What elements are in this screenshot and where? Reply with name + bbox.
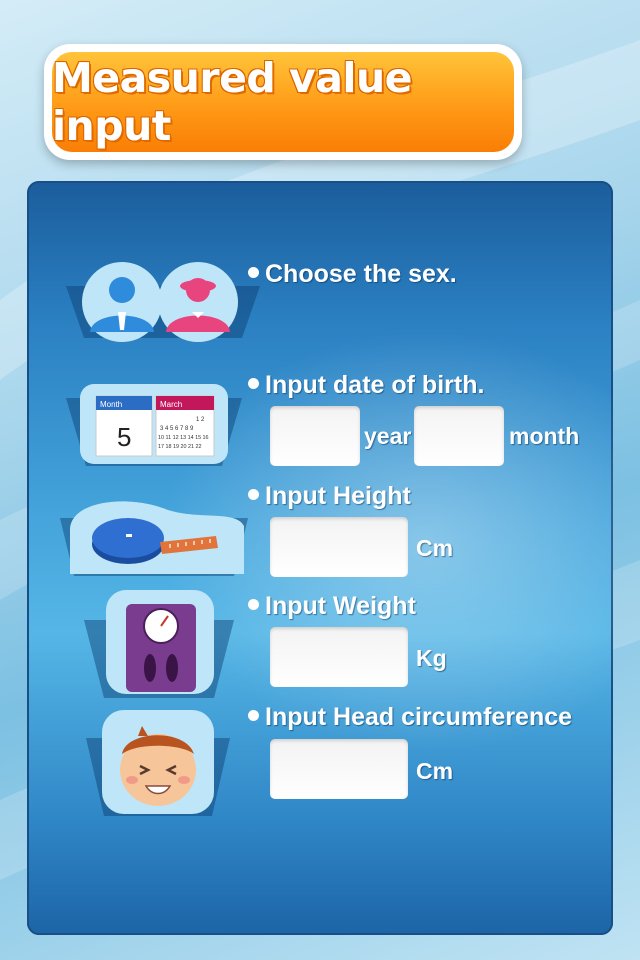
bullet [248, 488, 259, 500]
height-label: Input Height [248, 482, 411, 511]
height-unit: Cm [416, 535, 454, 561]
weight-input[interactable] [270, 627, 408, 687]
month-unit: month [509, 423, 580, 449]
weight-label: Input Weight [248, 592, 416, 621]
bullet [248, 598, 259, 610]
sex-chooser[interactable] [66, 258, 260, 354]
sex-label-text: Choose the sex. [265, 260, 457, 288]
calendar-row-3: 10 11 12 13 14 15 16 [158, 435, 209, 441]
birth-year-input[interactable] [270, 406, 360, 466]
head-label-text: Input Head circumference [265, 703, 573, 731]
calendar-left-header: Month [100, 400, 122, 409]
scale-icon [84, 590, 234, 698]
head-circumference-input[interactable] [270, 739, 408, 799]
calendar-row-2: 3 4 5 6 7 8 9 [160, 426, 194, 432]
weight-unit: Kg [416, 645, 447, 671]
head-label: Input Head circumference [248, 703, 572, 732]
calendar-row-1: 1 2 [196, 417, 205, 423]
head-unit: Cm [416, 758, 454, 784]
birth-month-input[interactable] [414, 406, 504, 466]
height-label-text: Input Height [265, 482, 411, 510]
birth-label-text: Input date of birth. [265, 371, 485, 399]
calendar-right-header: March [160, 400, 182, 409]
bullet [248, 709, 259, 721]
calendar-row-4: 17 18 19 20 21 22 [158, 444, 201, 450]
sex-label: Choose the sex. [248, 260, 457, 289]
page-title: Measured value input [52, 54, 412, 150]
tape-measure-icon [60, 501, 248, 576]
birth-label: Input date of birth. [248, 371, 484, 400]
bullet [248, 266, 259, 278]
calendar-left-number: 5 [117, 422, 131, 452]
title-banner: Measured value input [52, 52, 514, 152]
baby-face-icon [86, 710, 230, 816]
male-icon[interactable] [82, 262, 162, 342]
calendar-icon: Month 5 March 1 2 3 4 5 6 7 8 9 10 11 12… [66, 384, 242, 466]
year-unit: year [364, 423, 412, 449]
female-icon[interactable] [158, 262, 238, 342]
height-input[interactable] [270, 517, 408, 577]
bullet [248, 377, 259, 389]
weight-label-text: Input Weight [265, 592, 416, 620]
